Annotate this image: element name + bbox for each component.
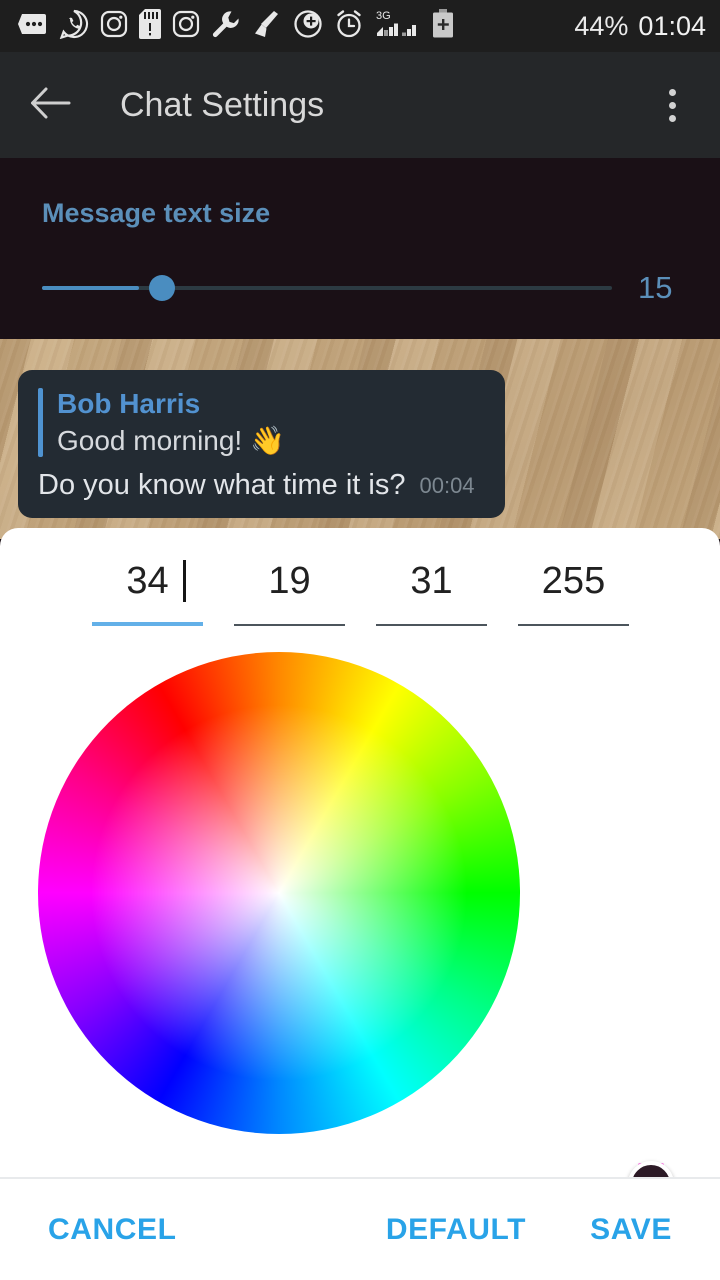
arrow-left-icon [29,86,71,125]
battery-icon [432,8,454,44]
slider-track-fill [42,286,139,290]
blue-input[interactable]: 31 [376,552,487,638]
page-title: Chat Settings [120,85,325,124]
dialog-actions: CANCEL DEFAULT SAVE [0,1179,720,1280]
alpha-input[interactable]: 255 [518,552,629,638]
instagram-icon-2 [172,10,200,43]
red-input-underline [92,622,203,626]
messages-icon [18,11,48,42]
svg-text:3G: 3G [376,10,391,22]
more-vert-icon [668,88,676,122]
chat-preview: Bob Harris Good morning! 👋 Do you know w… [0,339,720,539]
text-caret [182,560,186,602]
red-input[interactable]: 34 [92,552,203,638]
cancel-button[interactable]: CANCEL [38,1199,187,1261]
slider-thumb[interactable] [149,275,175,301]
message-text-size-row: 15 [0,258,720,318]
chat-bubble[interactable]: Bob Harris Good morning! 👋 Do you know w… [18,370,505,518]
add-circle-icon [293,9,323,44]
quote-message-text: Good morning! 👋 [57,425,285,456]
status-bar-notification-icons: 3G [18,8,574,44]
battery-percent: 44% [574,10,629,41]
message-text-size-value: 15 [638,270,673,305]
signal-3g-icon: 3G [375,9,421,44]
quote-accent-bar [38,388,43,457]
message-text: Do you know what time it is? [38,469,406,501]
save-button[interactable]: SAVE [580,1199,682,1261]
back-button[interactable] [22,77,78,133]
message-text-size-label: Message text size [42,198,271,228]
red-input-value: 34 [126,560,169,602]
status-bar-right: 44% 01:04 [574,11,706,42]
quote-sender-name: Bob Harris [57,388,201,419]
phone-screen: 3G 44% 01:04 Chat Settings Message text … [0,0,720,1280]
app-bar: Chat Settings [0,52,720,158]
color-wheel[interactable] [38,652,520,1134]
alarm-icon [334,9,364,44]
default-button[interactable]: DEFAULT [376,1199,536,1261]
message-timestamp: 00:04 [419,473,475,498]
message-text-size-section: Message text size 15 [0,158,720,339]
green-input-value: 19 [268,560,311,602]
green-input[interactable]: 19 [234,552,345,638]
color-wheel-area [0,628,530,1158]
overflow-menu-button[interactable] [646,77,698,133]
broom-icon [252,9,282,44]
status-bar: 3G 44% 01:04 [0,0,720,52]
rgba-inputs-row: 34 19 31 255 [0,552,720,638]
instagram-icon [100,10,128,43]
wrench-icon [211,9,241,44]
sd-card-icon [139,8,161,44]
status-bar-clock: 01:04 [638,10,706,41]
alpha-input-value: 255 [541,560,606,602]
green-input-underline [234,624,345,626]
blue-input-underline [376,624,487,626]
whatsapp-icon [59,9,89,44]
message-text-size-slider[interactable] [42,273,612,303]
color-picker-dialog: 34 19 31 255 [0,528,720,1280]
quoted-message: Bob Harris Good morning! 👋 [38,388,485,457]
message-line: Do you know what time it is? 00:04 [38,469,485,502]
blue-input-value: 31 [410,560,453,602]
alpha-input-underline [518,624,629,626]
